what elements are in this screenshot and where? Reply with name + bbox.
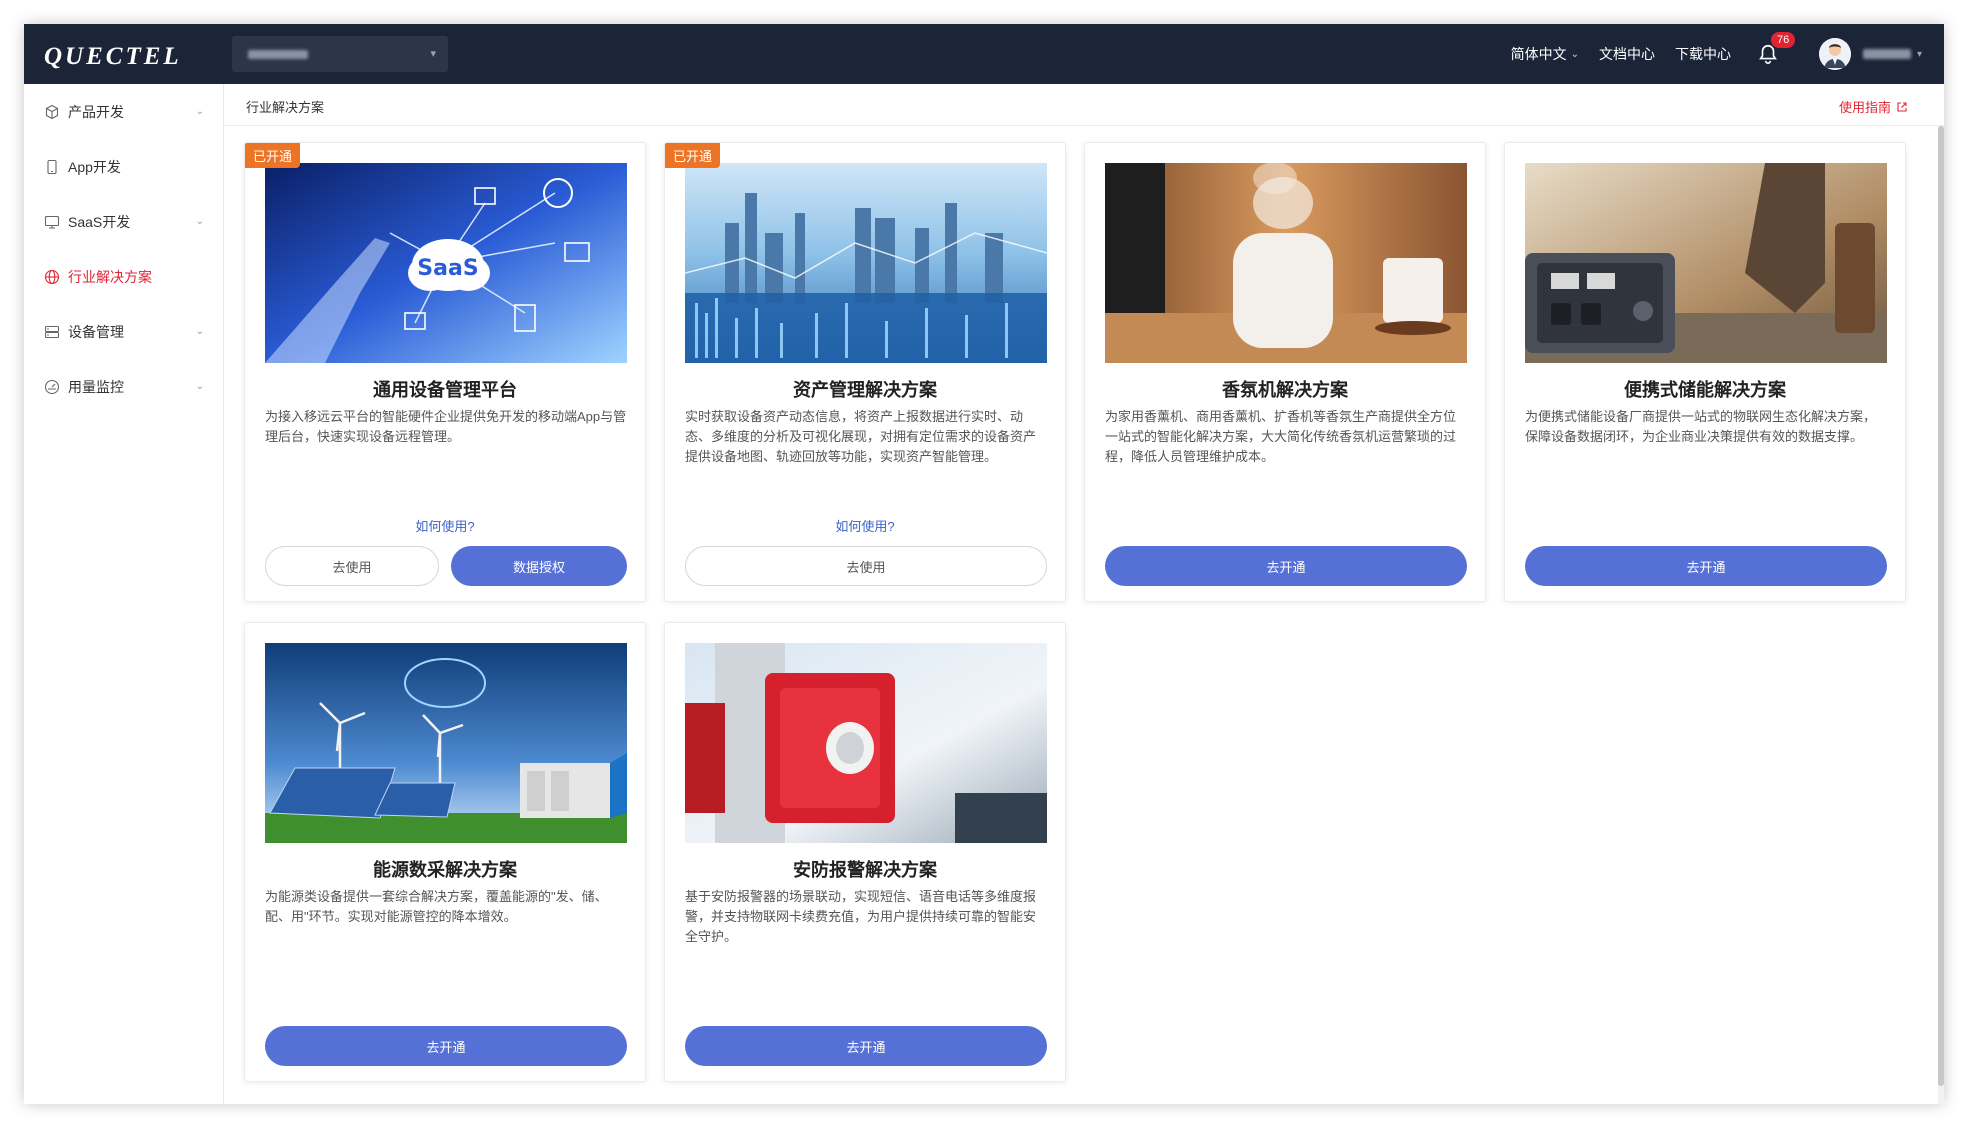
aroma-diffuser-image (1105, 163, 1467, 363)
card-description: 基于安防报警器的场景联动，实现短信、语音电话等多维度报警，并支持物联网卡续费充值… (685, 889, 1037, 944)
monitor-icon (44, 214, 60, 230)
data-authorization-button[interactable]: 数据授权 (451, 546, 627, 586)
avatar[interactable] (1818, 38, 1851, 70)
activate-button[interactable]: 去开通 (1525, 546, 1887, 586)
card-description: 为能源类设备提供一套综合解决方案，覆盖能源的"发、储、配、用"环节。实现对能源管… (265, 889, 608, 924)
usage-guide-link[interactable]: 使用指南 (1839, 97, 1908, 116)
server-icon (44, 324, 60, 340)
card-description: 为接入移远云平台的智能硬件企业提供免开发的移动端App与管理后台，快速实现设备远… (265, 409, 627, 444)
quectel-logo[interactable]: QUECTEL (44, 43, 182, 71)
solution-card-portable-storage: 便携式储能解决方案 为便携式储能设备厂商提供一站式的物联网生态化解决方案，保障设… (1504, 142, 1906, 602)
solution-card-asset-management: 已开通 资产管理解决方案 实时获取设备资产动态信息，将资产上报数据进行实时、动态… (664, 142, 1066, 602)
how-to-use-link[interactable]: 如何使用? (665, 516, 1065, 535)
cube-icon (44, 104, 60, 120)
phone-icon (44, 159, 60, 175)
sidebar-item-label: 设备管理 (68, 324, 124, 340)
chevron-down-icon: ⌄ (195, 216, 204, 227)
sidebar-item-label: 用量监控 (68, 379, 124, 395)
external-link-icon (1897, 101, 1907, 112)
solution-card-aroma-machine: 香氛机解决方案 为家用香薰机、商用香薰机、扩香机等香氛生产商提供全方位一站式的智… (1084, 142, 1486, 602)
card-title: 安防报警解决方案 (793, 860, 937, 880)
chevron-down-icon: ⌄ (195, 326, 204, 337)
svg-text:SaaS: SaaS (417, 256, 478, 281)
solution-card-security-alarm: 安防报警解决方案 基于安防报警器的场景联动，实现短信、语音电话等多维度报警，并支… (664, 622, 1066, 1082)
solution-card-energy-data: 能源数采解决方案 为能源类设备提供一套综合解决方案，覆盖能源的"发、储、配、用"… (244, 622, 646, 1082)
breadcrumb-bar: 行业解决方案 使用指南 (224, 84, 1944, 126)
sidebar-item-label: SaaS开发 (68, 214, 131, 230)
username-redacted (1862, 49, 1911, 59)
usage-guide-label: 使用指南 (1838, 100, 1891, 115)
sidebar-item-label: 行业解决方案 (68, 269, 152, 285)
language-switch[interactable]: 简体中文 ⌄ (1511, 44, 1579, 64)
portable-power-station-image (1525, 163, 1887, 363)
project-select[interactable]: ▾ (232, 36, 448, 72)
scrollbar[interactable] (1938, 126, 1944, 1104)
docs-center-link[interactable]: 文档中心 (1599, 44, 1655, 64)
project-name-redacted (248, 50, 308, 59)
saas-illustration-image: SaaS (265, 163, 627, 363)
activate-button[interactable]: 去开通 (265, 1026, 627, 1066)
sidebar-item-label: App开发 (68, 159, 121, 175)
notification-bell[interactable]: 76 (1757, 32, 1796, 66)
card-title: 通用设备管理平台 (373, 380, 517, 400)
sidebar-item-app-dev[interactable]: App开发 (24, 147, 224, 187)
top-bar: QUECTEL ▾ 简体中文 ⌄ 文档中心 下载中心 76 ▾ (24, 24, 1944, 84)
activate-button[interactable]: 去开通 (685, 1026, 1047, 1066)
card-title: 资产管理解决方案 (793, 380, 937, 400)
app-window: QUECTEL ▾ 简体中文 ⌄ 文档中心 下载中心 76 ▾ 产品开发 ⌄ A… (24, 24, 1944, 1104)
card-description: 实时获取设备资产动态信息，将资产上报数据进行实时、动态、多维度的分析及可视化展现… (685, 409, 1037, 464)
sidebar-item-label: 产品开发 (68, 104, 124, 120)
language-label: 简体中文 (1510, 46, 1567, 62)
card-title: 便携式储能解决方案 (1624, 380, 1786, 400)
sidebar-item-saas-dev[interactable]: SaaS开发 ⌄ (24, 202, 224, 242)
card-description: 为家用香薰机、商用香薰机、扩香机等香氛生产商提供全方位一站式的智能化解决方案，大… (1105, 409, 1457, 464)
city-data-image (685, 163, 1047, 363)
chevron-down-icon: ▾ (430, 48, 436, 60)
card-title: 香氛机解决方案 (1222, 380, 1348, 400)
solution-card-general-device: 已开通 SaaS 通用设备管理平台 为接入移远云平台的智能硬件企业提供免开发的移… (244, 142, 646, 602)
globe-icon (44, 269, 60, 285)
sidebar-item-device-management[interactable]: 设备管理 ⌄ (24, 312, 224, 352)
chevron-down-icon: ⌄ (195, 106, 204, 117)
status-badge: 已开通 (665, 143, 721, 168)
breadcrumb: 行业解决方案 (246, 100, 325, 115)
sidebar-item-product-dev[interactable]: 产品开发 ⌄ (24, 92, 224, 132)
notification-badge: 76 (1770, 32, 1796, 48)
renewable-energy-image (265, 643, 627, 843)
card-description: 为便携式储能设备厂商提供一站式的物联网生态化解决方案，保障设备数据闭环，为企业商… (1525, 409, 1877, 444)
fire-alarm-image (685, 643, 1047, 843)
go-use-button[interactable]: 去使用 (265, 546, 439, 586)
download-center-link[interactable]: 下载中心 (1675, 44, 1731, 64)
chevron-down-icon[interactable]: ▾ (1917, 49, 1922, 60)
sidebar-item-usage-monitor[interactable]: 用量监控 ⌄ (24, 367, 224, 407)
status-badge: 已开通 (245, 143, 301, 168)
chevron-down-icon: ⌄ (195, 381, 204, 392)
card-title: 能源数采解决方案 (373, 860, 517, 880)
sidebar: 产品开发 ⌄ App开发 SaaS开发 ⌄ 行业解决方案 设备管理 ⌄ 用量监控… (24, 84, 224, 1104)
activate-button[interactable]: 去开通 (1105, 546, 1467, 586)
sidebar-item-industry-solutions[interactable]: 行业解决方案 (24, 257, 224, 297)
how-to-use-link[interactable]: 如何使用? (245, 516, 645, 535)
chevron-down-icon: ⌄ (1570, 48, 1579, 60)
gauge-icon (44, 379, 60, 395)
go-use-button[interactable]: 去使用 (685, 546, 1047, 586)
